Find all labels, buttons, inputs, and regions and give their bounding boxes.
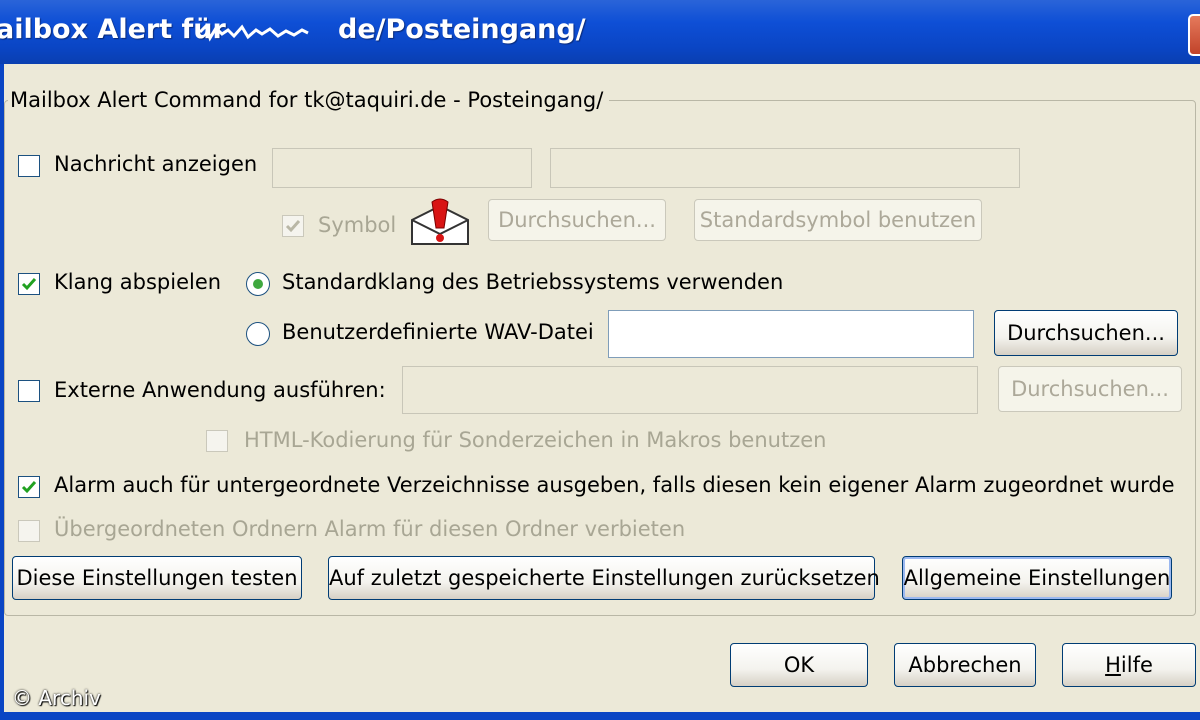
test-settings-button[interactable]: Diese Einstellungen testen — [12, 556, 302, 600]
reset-settings-button[interactable]: Auf zuletzt gespeicherte Einstellungen z… — [328, 556, 880, 600]
symbol-checkbox[interactable] — [282, 215, 304, 237]
play-sound-label: Klang abspielen — [54, 270, 222, 294]
parent-forbid-checkbox[interactable] — [18, 520, 40, 542]
help-button[interactable]: Hilfe — [1062, 643, 1196, 687]
symbol-label: Symbol — [318, 213, 397, 237]
copyright-watermark: © Archiv — [12, 686, 101, 710]
play-sound-checkbox[interactable] — [18, 273, 40, 295]
external-app-input[interactable] — [402, 366, 978, 414]
show-message-checkbox[interactable] — [18, 155, 40, 177]
checkmark-icon — [21, 278, 37, 291]
system-sound-radio[interactable] — [246, 272, 270, 296]
window-title-suffix: de/Posteingang/ — [338, 14, 586, 45]
cancel-button[interactable]: Abbrechen — [894, 643, 1036, 687]
html-encoding-checkbox[interactable] — [206, 430, 228, 452]
default-symbol-button[interactable]: Standardsymbol benutzen — [694, 199, 982, 241]
custom-wav-radio[interactable] — [246, 322, 270, 346]
external-app-checkbox[interactable] — [18, 380, 40, 402]
wav-file-input[interactable] — [608, 310, 974, 358]
window-frame-bottom — [0, 712, 1200, 720]
message-field-1[interactable] — [272, 148, 532, 188]
symbol-browse-button[interactable]: Durchsuchen... — [488, 199, 666, 241]
general-settings-button[interactable]: Allgemeine Einstellungen — [902, 556, 1172, 600]
subfolders-label: Alarm auch für untergeordnete Verzeichni… — [54, 473, 1175, 497]
checkmark-icon — [21, 481, 37, 494]
redacted-address-graphic — [198, 23, 309, 42]
system-sound-label: Standardklang des Betriebssystems verwen… — [282, 270, 784, 294]
subfolders-checkbox[interactable] — [18, 476, 40, 498]
checkmark-icon — [285, 220, 301, 233]
custom-wav-label: Benutzerdefinierte WAV-Datei — [282, 320, 594, 344]
window-title: ailbox Alert für — [0, 14, 226, 45]
message-field-2[interactable] — [550, 148, 1020, 188]
close-button[interactable] — [1188, 14, 1200, 56]
wav-browse-button[interactable]: Durchsuchen... — [994, 310, 1178, 356]
group-legend: Mailbox Alert Command for tk@taquiri.de … — [8, 88, 610, 112]
ok-button[interactable]: OK — [730, 643, 868, 687]
external-browse-button[interactable]: Durchsuchen... — [998, 366, 1182, 412]
mail-alert-icon — [411, 198, 469, 245]
html-encoding-label: HTML-Kodierung für Sonderzeichen in Makr… — [244, 428, 827, 452]
external-app-label: Externe Anwendung ausführen: — [54, 378, 386, 402]
radio-selected-dot — [253, 279, 263, 289]
show-message-label: Nachricht anzeigen — [54, 152, 258, 176]
parent-forbid-label: Übergeordneten Ordnern Alarm für diesen … — [54, 517, 686, 541]
